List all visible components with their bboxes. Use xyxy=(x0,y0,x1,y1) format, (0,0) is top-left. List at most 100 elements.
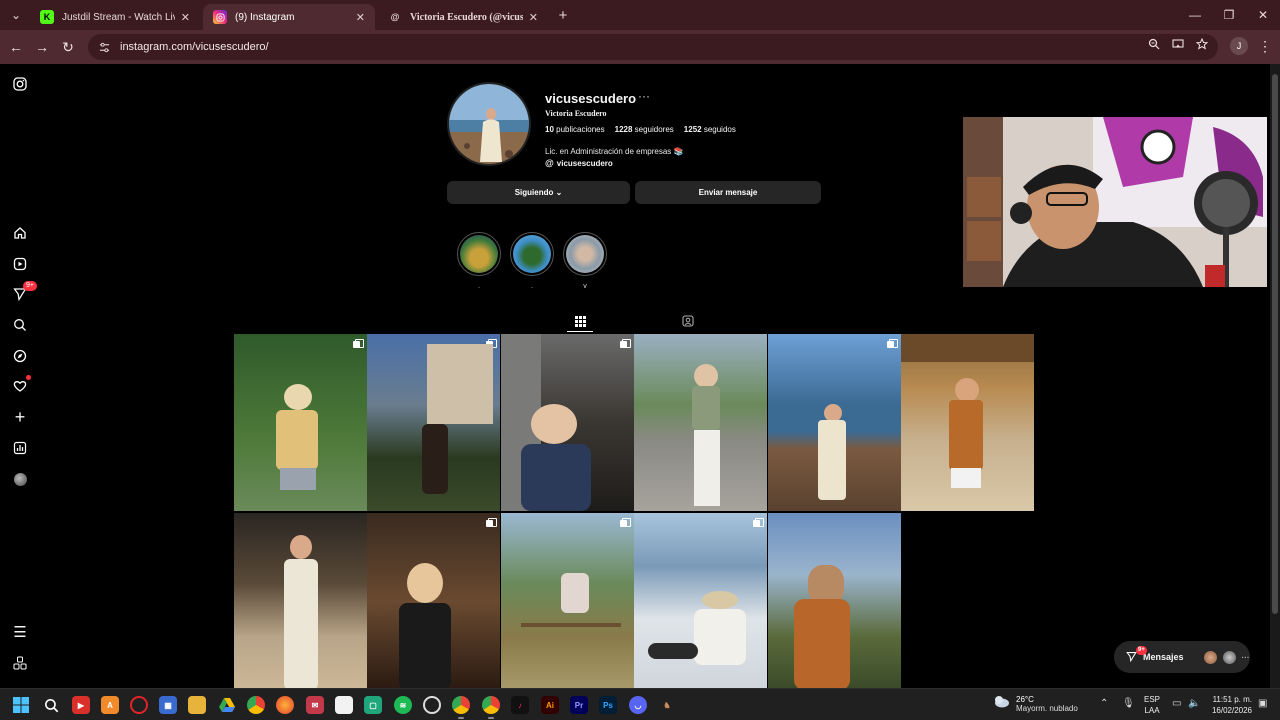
reload-icon[interactable]: ↻ xyxy=(59,38,77,56)
post-thumbnail[interactable] xyxy=(234,334,367,511)
clock-date: 16/02/2026 xyxy=(1211,706,1252,715)
threads-link[interactable]: @ vicusescudero xyxy=(545,158,613,168)
chrome-profile-icon[interactable] xyxy=(452,696,470,719)
microphone-icon[interactable]: 🎙 xyxy=(1122,698,1135,709)
send-message-button[interactable]: Enviar mensaje xyxy=(635,181,821,204)
keyboard-layout: LAA xyxy=(1144,706,1160,715)
site-info-icon[interactable] xyxy=(96,39,112,55)
scrollbar-thumb[interactable] xyxy=(1272,74,1278,614)
video-app-icon[interactable]: ▶ xyxy=(72,696,90,714)
opera-icon[interactable] xyxy=(130,696,148,714)
conversation-avatar xyxy=(1222,650,1236,664)
post-thumbnail[interactable] xyxy=(768,513,901,688)
zoom-icon[interactable] xyxy=(1146,36,1162,52)
windows-start-icon[interactable] xyxy=(12,696,30,714)
post-thumbnail[interactable] xyxy=(234,513,367,688)
chrome-active-icon[interactable] xyxy=(482,696,500,719)
chrome-icon[interactable] xyxy=(247,696,265,714)
close-icon[interactable]: ✕ xyxy=(356,11,365,24)
new-tab-button[interactable]: + xyxy=(553,6,573,24)
highlight-label: . xyxy=(478,283,480,290)
create-icon[interactable]: + xyxy=(11,407,29,427)
following-stat[interactable]: 1252 seguidos xyxy=(684,125,736,134)
vlc-like-app-icon[interactable]: A xyxy=(101,696,119,714)
tiktok-icon[interactable]: ♪ xyxy=(511,696,529,714)
volume-icon[interactable]: 🔈 xyxy=(1188,698,1200,709)
input-language[interactable]: ESP LAA xyxy=(1144,694,1160,716)
file-explorer-icon[interactable] xyxy=(188,696,206,714)
close-icon[interactable]: ✕ xyxy=(181,11,190,24)
store-icon[interactable]: ▦ xyxy=(159,696,177,714)
post-thumbnail[interactable] xyxy=(367,513,500,688)
post-thumbnail[interactable] xyxy=(634,334,767,511)
followers-stat[interactable]: 1228 seguidores xyxy=(615,125,674,134)
restore-button[interactable]: ❐ xyxy=(1214,6,1244,24)
bookmark-star-icon[interactable] xyxy=(1194,36,1210,52)
direct-messages-icon[interactable]: 9+ xyxy=(11,281,37,303)
spotify-icon[interactable]: ≋ xyxy=(394,696,412,714)
back-icon[interactable]: ← xyxy=(7,38,25,56)
webcam-overlay xyxy=(963,117,1267,287)
also-from-meta-icon[interactable] xyxy=(11,654,29,672)
forward-icon[interactable]: → xyxy=(33,38,51,56)
google-drive-icon[interactable] xyxy=(218,696,236,714)
active-tab-indicator xyxy=(567,331,593,332)
game-app-icon[interactable]: ♞ xyxy=(658,696,676,714)
tab-instagram[interactable]: (9) Instagram ✕ xyxy=(203,4,375,30)
search-icon[interactable] xyxy=(42,696,60,714)
tab-search-button[interactable]: ⌄ xyxy=(6,6,26,24)
illustrator-icon[interactable]: Ai xyxy=(541,696,559,714)
notification-center-icon[interactable]: ▣ xyxy=(1258,698,1267,709)
clock-time: 11:51 p. m. xyxy=(1212,695,1252,704)
profile-avatar[interactable] xyxy=(447,82,531,166)
weather-widget[interactable]: 26°C Mayorm. nublado xyxy=(992,694,1078,713)
post-thumbnail[interactable] xyxy=(501,513,634,688)
chat-app-icon[interactable]: ▢ xyxy=(364,696,382,714)
story-highlight[interactable] xyxy=(563,232,607,276)
discord-icon[interactable]: ◡ xyxy=(629,696,647,714)
profile-avatar-icon[interactable] xyxy=(11,470,29,488)
cast-icon[interactable] xyxy=(1170,36,1186,52)
post-thumbnail[interactable] xyxy=(367,334,500,511)
network-icon[interactable]: ▭ xyxy=(1172,698,1181,709)
following-button[interactable]: Siguiendo ⌄ xyxy=(447,181,630,204)
browser-profile-avatar[interactable]: J xyxy=(1230,37,1248,55)
explore-icon[interactable] xyxy=(11,347,29,365)
notification-dot xyxy=(26,375,31,380)
show-hidden-icons-chevron[interactable]: ⌃ xyxy=(1100,698,1108,709)
page-scrollbar[interactable] xyxy=(1270,64,1280,688)
search-icon[interactable] xyxy=(11,316,29,334)
profile-options-icon[interactable]: ··· xyxy=(638,89,650,103)
tab-threads[interactable]: @ Victoria Escudero (@vicusescudero) ✕ xyxy=(378,4,548,30)
posts-grid-icon[interactable] xyxy=(573,314,587,328)
home-icon[interactable] xyxy=(11,224,29,242)
firefox-icon[interactable] xyxy=(276,696,294,714)
mail-app-icon[interactable]: ✉ xyxy=(306,696,324,714)
post-thumbnail[interactable] xyxy=(768,334,901,511)
profile-username: vicusescudero xyxy=(545,91,637,106)
window-close-button[interactable]: ✕ xyxy=(1248,6,1278,24)
tagged-icon[interactable] xyxy=(681,314,695,328)
photoshop-icon[interactable]: Ps xyxy=(599,696,617,714)
browser-menu-icon[interactable]: ⋮ xyxy=(1258,38,1272,55)
reels-icon[interactable] xyxy=(11,255,29,273)
address-bar[interactable]: instagram.com/vicusescudero/ xyxy=(88,34,1218,60)
post-thumbnail[interactable] xyxy=(901,334,1034,511)
post-thumbnail[interactable] xyxy=(634,513,767,688)
messages-dock[interactable]: 9+ Mensajes ··· xyxy=(1114,641,1250,673)
document-icon[interactable] xyxy=(335,696,353,714)
close-icon[interactable]: ✕ xyxy=(529,11,538,24)
threads-handle: vicusescudero xyxy=(556,158,613,168)
story-highlight[interactable] xyxy=(510,232,554,276)
obs-icon[interactable] xyxy=(423,696,441,714)
premiere-icon[interactable]: Pr xyxy=(570,696,588,714)
minimize-button[interactable]: — xyxy=(1180,6,1210,24)
notifications-heart-icon[interactable] xyxy=(11,375,31,395)
more-menu-icon[interactable]: ☰ xyxy=(11,623,29,641)
system-clock[interactable]: 11:51 p. m. 16/02/2026 xyxy=(1206,694,1252,716)
dashboard-icon[interactable] xyxy=(11,439,29,457)
instagram-logo-icon[interactable] xyxy=(11,75,29,93)
story-highlight[interactable] xyxy=(457,232,501,276)
post-thumbnail[interactable] xyxy=(501,334,634,511)
tab-kick[interactable]: K Justdil Stream - Watch Live on Kick ✕ xyxy=(30,4,200,30)
